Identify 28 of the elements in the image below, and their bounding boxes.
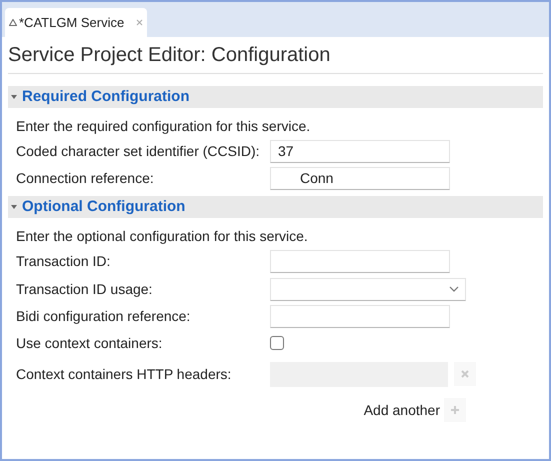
field-label: Transaction ID usage: [16,280,154,299]
text-field[interactable] [270,250,450,273]
plus-icon [451,406,459,414]
section-description: Enter the optional configuration for this service. [16,227,309,246]
close-icon[interactable] [136,19,144,26]
section-header[interactable]: Required Configuration [8,86,543,108]
add-label: Add another [364,400,440,420]
dropdown-field[interactable] [270,278,466,300]
field-label: Bidi configuration reference: [16,307,192,326]
checkbox[interactable] [270,336,284,350]
chevron-icon [11,204,17,210]
chevron-icon [11,94,17,100]
warning-triangle-icon [9,19,17,26]
section-header[interactable]: Optional Configuration [8,196,543,218]
field-label: Use context containers: [16,334,164,352]
field-label: Context containers HTTP headers: [16,364,232,384]
section-description: Enter the required configuration for this service. [16,117,312,136]
text-field[interactable]: Conn [270,167,450,190]
field-label: Transaction ID: [16,252,112,271]
field-label: Coded character set identifier (CCSID): [16,142,261,161]
field-label: Connection reference: [16,169,155,188]
text-field[interactable]: 37 [270,140,450,163]
close-icon [461,370,469,378]
remove-button[interactable] [454,362,476,386]
editor-title: Service Project Editor: Configuration [8,40,543,74]
editor-tab[interactable]: *CATLGM Service [5,8,148,37]
text-field[interactable] [270,305,450,328]
chevron-down-icon [449,286,459,292]
